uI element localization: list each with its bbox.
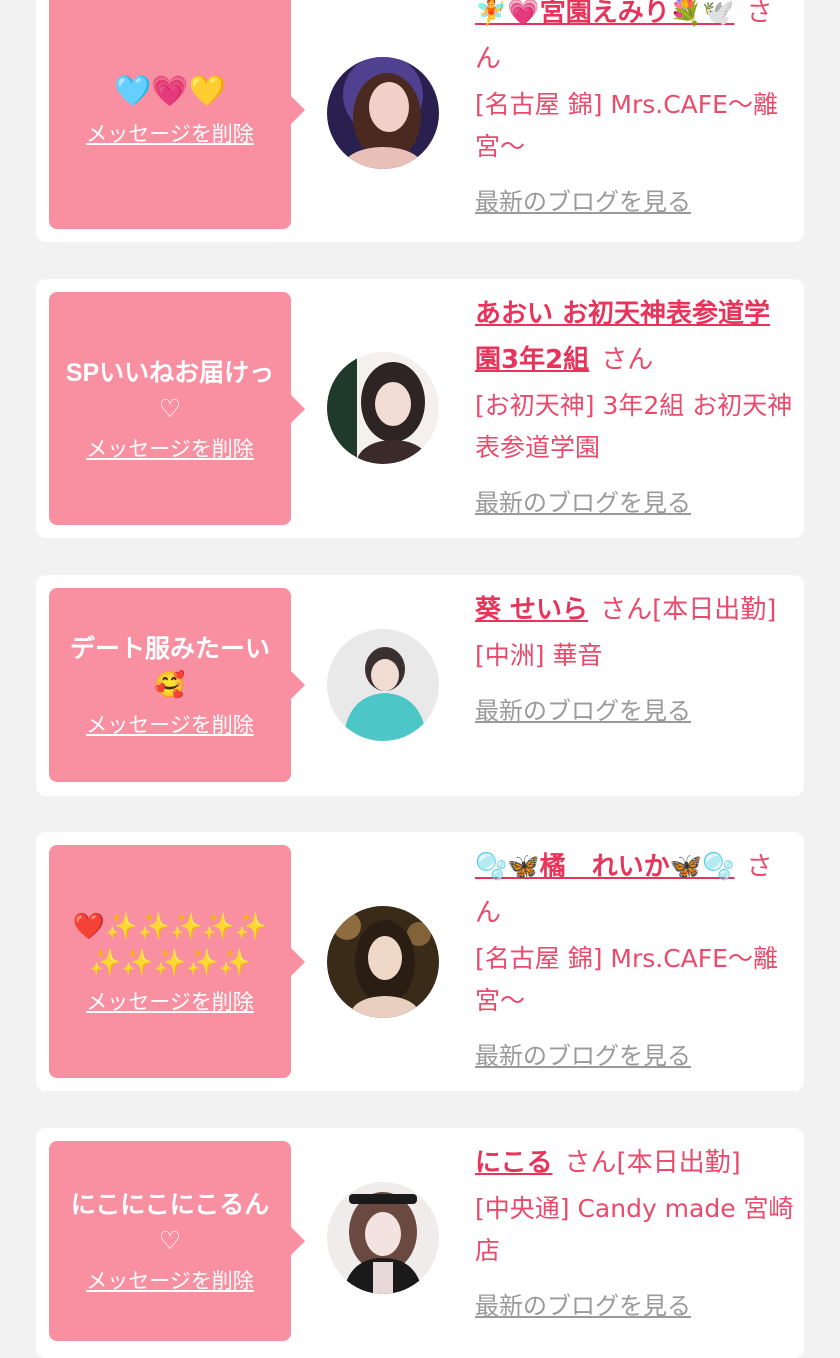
message-text: にこにこにこるん♡	[70, 1191, 270, 1255]
shop-name: [名古屋 錦] Mrs.CAFE〜離宮〜	[475, 944, 778, 1015]
shop-name: [中央通] Candy made 宮崎店	[475, 1194, 794, 1265]
profile-name-link[interactable]: にこる	[475, 1148, 552, 1178]
message-bubble: デート服みたーい🥰 メッセージを削除	[49, 588, 291, 782]
latest-blog-link[interactable]: 最新のブログを見る	[475, 182, 691, 217]
latest-blog-link[interactable]: 最新のブログを見る	[475, 691, 691, 726]
profile-info: 葵 せいら さん[本日出勤] [中洲] 華音 最新のブログを見る	[475, 587, 795, 726]
profile-name-link[interactable]: 葵 せいら	[475, 595, 588, 625]
latest-blog-link[interactable]: 最新のブログを見る	[475, 483, 691, 518]
profile-info: 🫧🦋橘 れいか🦋🫧 さん [名古屋 錦] Mrs.CAFE〜離宮〜 最新のブログを…	[475, 844, 795, 1071]
message-text: デート服みたーい🥰	[69, 635, 270, 699]
honorific: さん	[601, 345, 654, 375]
profile-info: 🧚💗宮園えみり💐🕊️ さん [名古屋 錦] Mrs.CAFE〜離宮〜 最新のブログ…	[475, 0, 795, 217]
message-bubble: ❤️✨✨✨✨✨✨✨✨✨✨ メッセージを削除	[49, 845, 291, 1078]
latest-blog-link[interactable]: 最新のブログを見る	[475, 1036, 691, 1071]
message-bubble: SPいいねお届けっ♡ メッセージを削除	[49, 292, 291, 525]
shop-name: [お初天神] 3年2組 お初天神表参道学園	[475, 391, 793, 462]
profile-name-link[interactable]: 🧚💗宮園えみり💐🕊️	[475, 0, 735, 28]
avatar[interactable]	[327, 1182, 439, 1294]
delete-message-link[interactable]: メッセージを削除	[86, 709, 254, 739]
latest-blog-link[interactable]: 最新のブログを見る	[475, 1286, 691, 1321]
profile-name-link[interactable]: 🫧🦋橘 れいか🦋🫧	[475, 852, 735, 882]
profile-info: にこる さん[本日出勤] [中央通] Candy made 宮崎店 最新のブログを…	[475, 1140, 795, 1321]
delete-message-link[interactable]: メッセージを削除	[86, 118, 254, 148]
profile-info: あおい お初天神表参道学園3年2組 さん [お初天神] 3年2組 お初天神表参道学…	[475, 291, 795, 518]
message-bubble: にこにこにこるん♡ メッセージを削除	[49, 1141, 291, 1341]
message-text: ❤️✨✨✨✨✨✨✨✨✨✨	[72, 910, 268, 977]
avatar[interactable]	[327, 352, 439, 464]
delete-message-link[interactable]: メッセージを削除	[86, 433, 254, 463]
delete-message-link[interactable]: メッセージを削除	[86, 986, 254, 1016]
shop-name: [中洲] 華音	[475, 641, 603, 670]
message-bubble: 🩵💗💛 メッセージを削除	[49, 0, 291, 229]
message-card: 🩵💗💛 メッセージを削除 🧚💗宮園えみり💐🕊️ さん [名古屋 錦] Mrs.CA…	[36, 0, 804, 242]
message-card: にこにこにこるん♡ メッセージを削除 にこる さん[本日出勤] [中央通] Can…	[36, 1128, 804, 1358]
message-text: SPいいねお届けっ♡	[65, 358, 275, 423]
shop-name: [名古屋 錦] Mrs.CAFE〜離宮〜	[475, 90, 778, 161]
honorific: さん[本日出勤]	[600, 595, 777, 625]
message-card: SPいいねお届けっ♡ メッセージを削除 あおい お初天神表参道学園3年2組 さん …	[36, 279, 804, 538]
message-card: ❤️✨✨✨✨✨✨✨✨✨✨ メッセージを削除 🫧🦋橘 れいか🦋🫧 さん [名古屋 錦…	[36, 832, 804, 1091]
message-card: デート服みたーい🥰 メッセージを削除 葵 せいら さん[本日出勤] [中洲] 華音…	[36, 575, 804, 796]
honorific: さん[本日出勤]	[564, 1148, 741, 1178]
message-text: 🩵💗💛	[113, 74, 227, 108]
delete-message-link[interactable]: メッセージを削除	[86, 1265, 254, 1295]
avatar[interactable]	[327, 906, 439, 1018]
avatar[interactable]	[327, 57, 439, 169]
avatar[interactable]	[327, 629, 439, 741]
